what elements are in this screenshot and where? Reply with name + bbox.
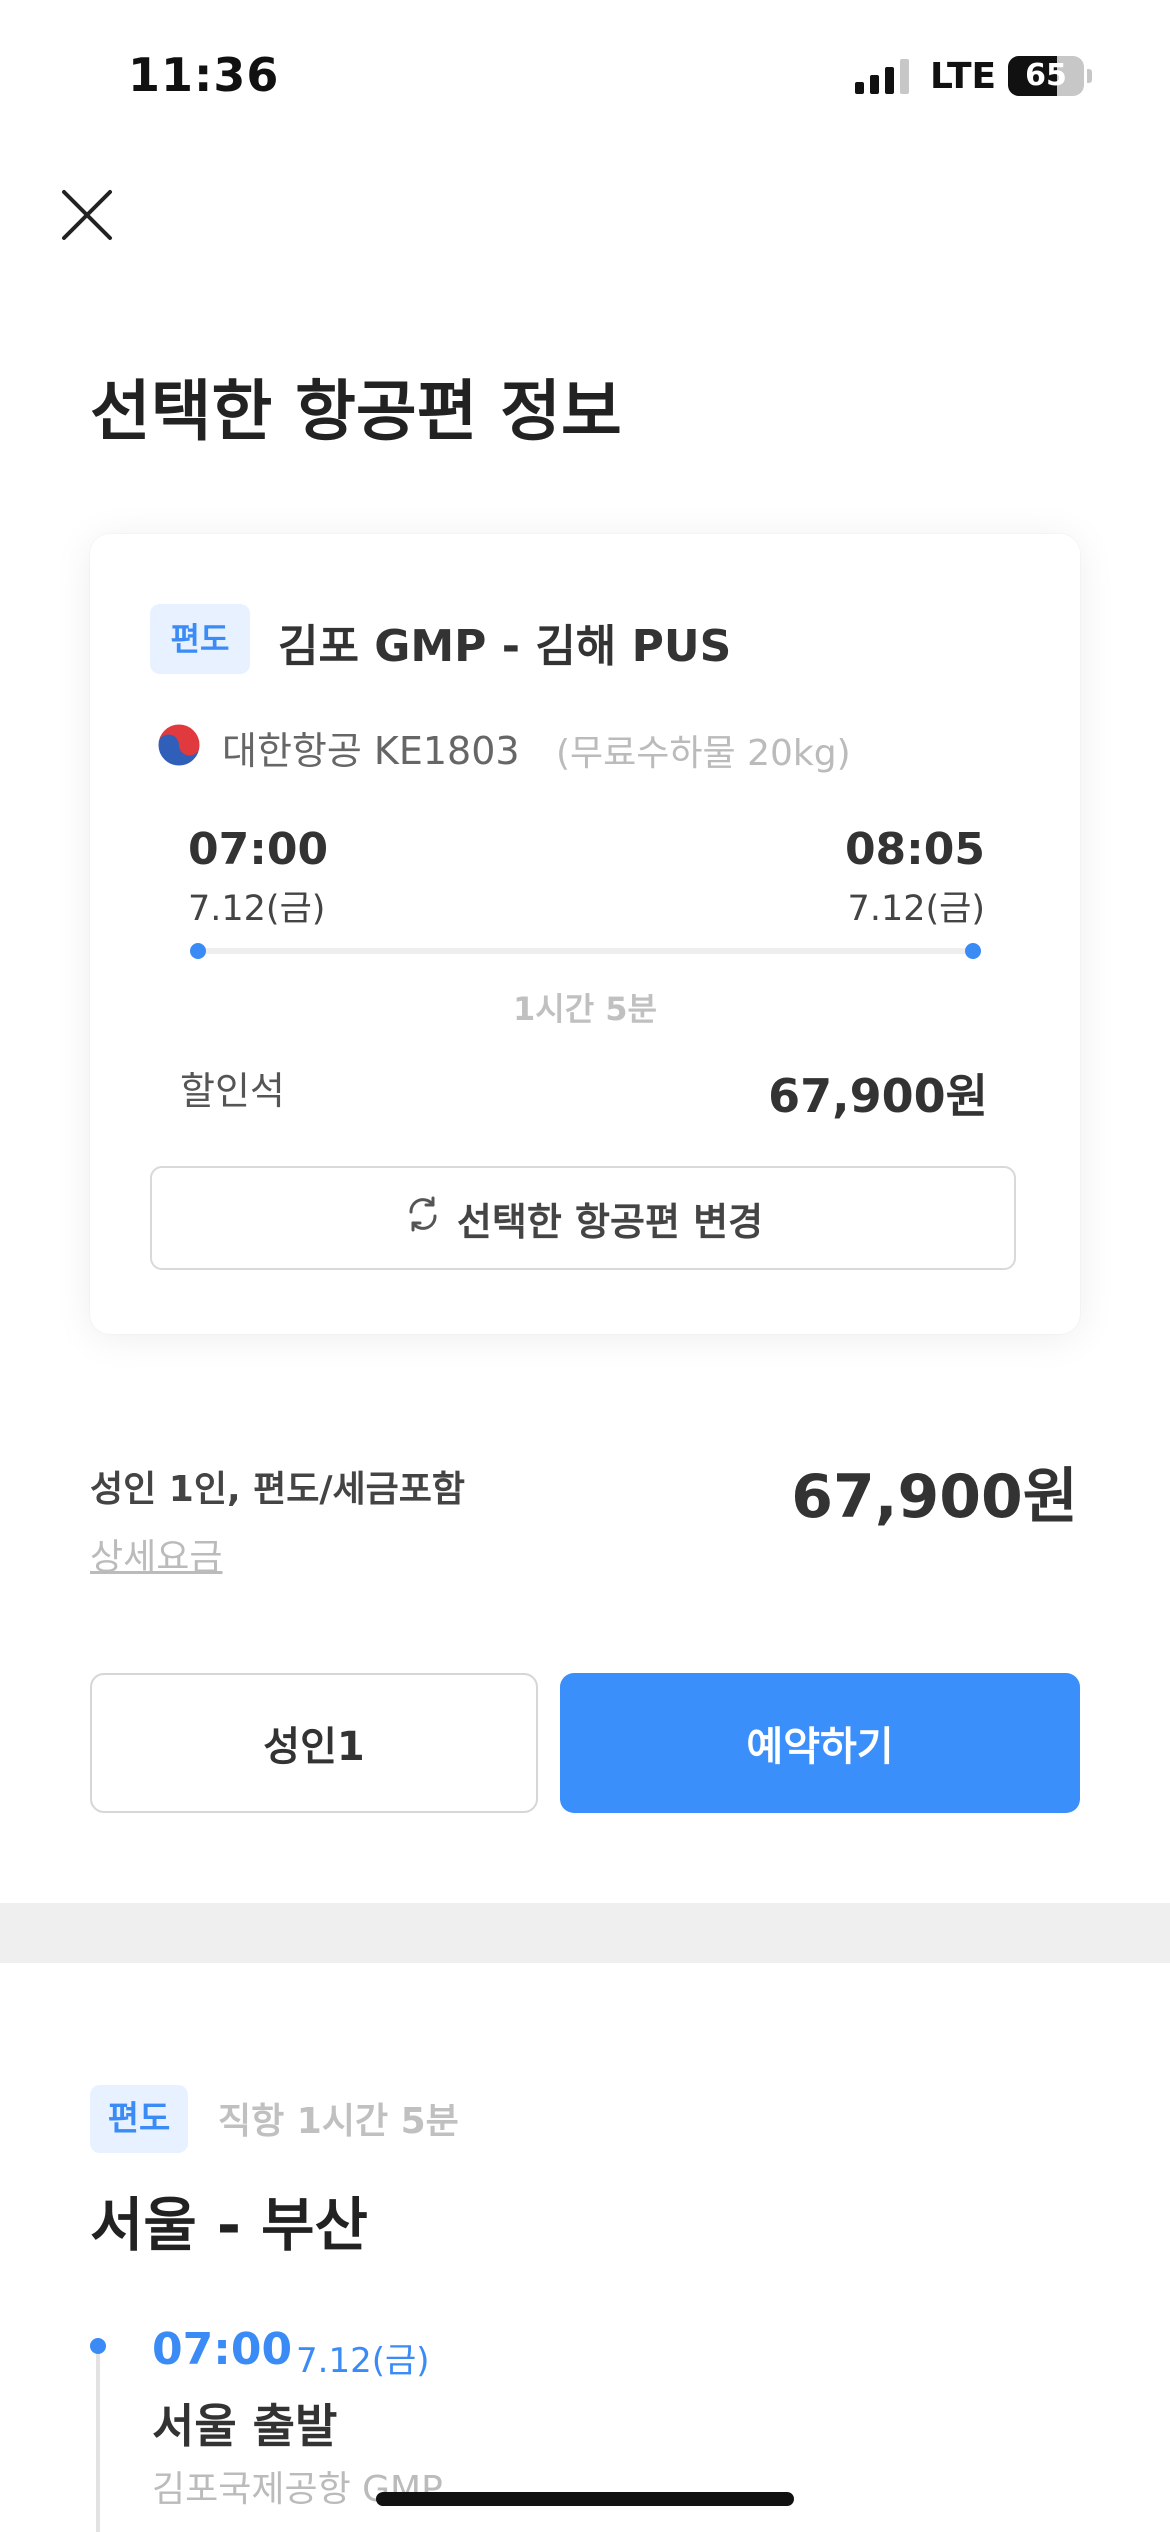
- battery-percent: 65: [1025, 58, 1067, 93]
- change-flight-button[interactable]: 선택한 항공편 변경: [150, 1166, 1016, 1270]
- seat-price: 67,900원: [768, 1069, 988, 1123]
- flight-timeline-bar: [198, 948, 971, 954]
- home-indicator[interactable]: [376, 2492, 794, 2506]
- flight-duration: 1시간 5분: [513, 990, 657, 1028]
- fare-detail-link[interactable]: 상세요금: [90, 1528, 222, 1580]
- itinerary-departure-date: 7.12(금): [296, 2341, 430, 2381]
- itinerary-info: 직항 1시간 5분: [218, 2101, 459, 2142]
- departure-date: 7.12(금): [188, 889, 326, 929]
- airline-flight-number: 대한항공 KE1803: [222, 729, 520, 773]
- itinerary-timeline-line: [96, 2347, 100, 2532]
- close-icon[interactable]: [52, 180, 122, 250]
- itinerary-trip-badge: 편도: [90, 2085, 188, 2153]
- network-label: LTE: [930, 56, 997, 97]
- refresh-icon: [403, 1194, 443, 1243]
- flight-route: 김포 GMP - 김해 PUS: [278, 621, 732, 672]
- battery-tip: [1087, 69, 1092, 83]
- flight-card: 편도 김포 GMP - 김해 PUS 대한항공 KE1803 (무료수하물 20…: [90, 534, 1080, 1334]
- itinerary-departure-time: 07:00: [152, 2324, 293, 2375]
- total-price: 67,900원: [791, 1462, 1078, 1532]
- baggage-allowance: (무료수하물 20kg): [556, 733, 851, 774]
- departure-dot: [190, 943, 206, 959]
- fare-summary: 성인 1인, 편도/세금포함: [90, 1469, 466, 1510]
- signal-icon: [855, 58, 909, 94]
- passenger-count-button[interactable]: 성인1: [90, 1673, 538, 1813]
- departure-time: 07:00: [188, 824, 329, 875]
- itinerary-departure-city: 서울 출발: [152, 2399, 338, 2453]
- arrival-dot: [965, 943, 981, 959]
- korean-air-logo-icon: [156, 722, 202, 768]
- itinerary-departure-dot: [90, 2338, 106, 2354]
- trip-type-badge: 편도: [150, 604, 250, 674]
- battery-icon: 65: [1008, 56, 1084, 96]
- book-button[interactable]: 예약하기: [560, 1673, 1080, 1813]
- arrival-time: 08:05: [844, 824, 985, 875]
- itinerary-title: 서울 - 부산: [90, 2191, 368, 2259]
- seat-class: 할인석: [180, 1069, 285, 1113]
- status-time: 11:36: [128, 48, 280, 102]
- page-title: 선택한 항공편 정보: [90, 373, 622, 450]
- arrival-date: 7.12(금): [847, 889, 985, 929]
- change-flight-label: 선택한 항공편 변경: [456, 1199, 764, 1244]
- section-divider: [0, 1903, 1170, 1963]
